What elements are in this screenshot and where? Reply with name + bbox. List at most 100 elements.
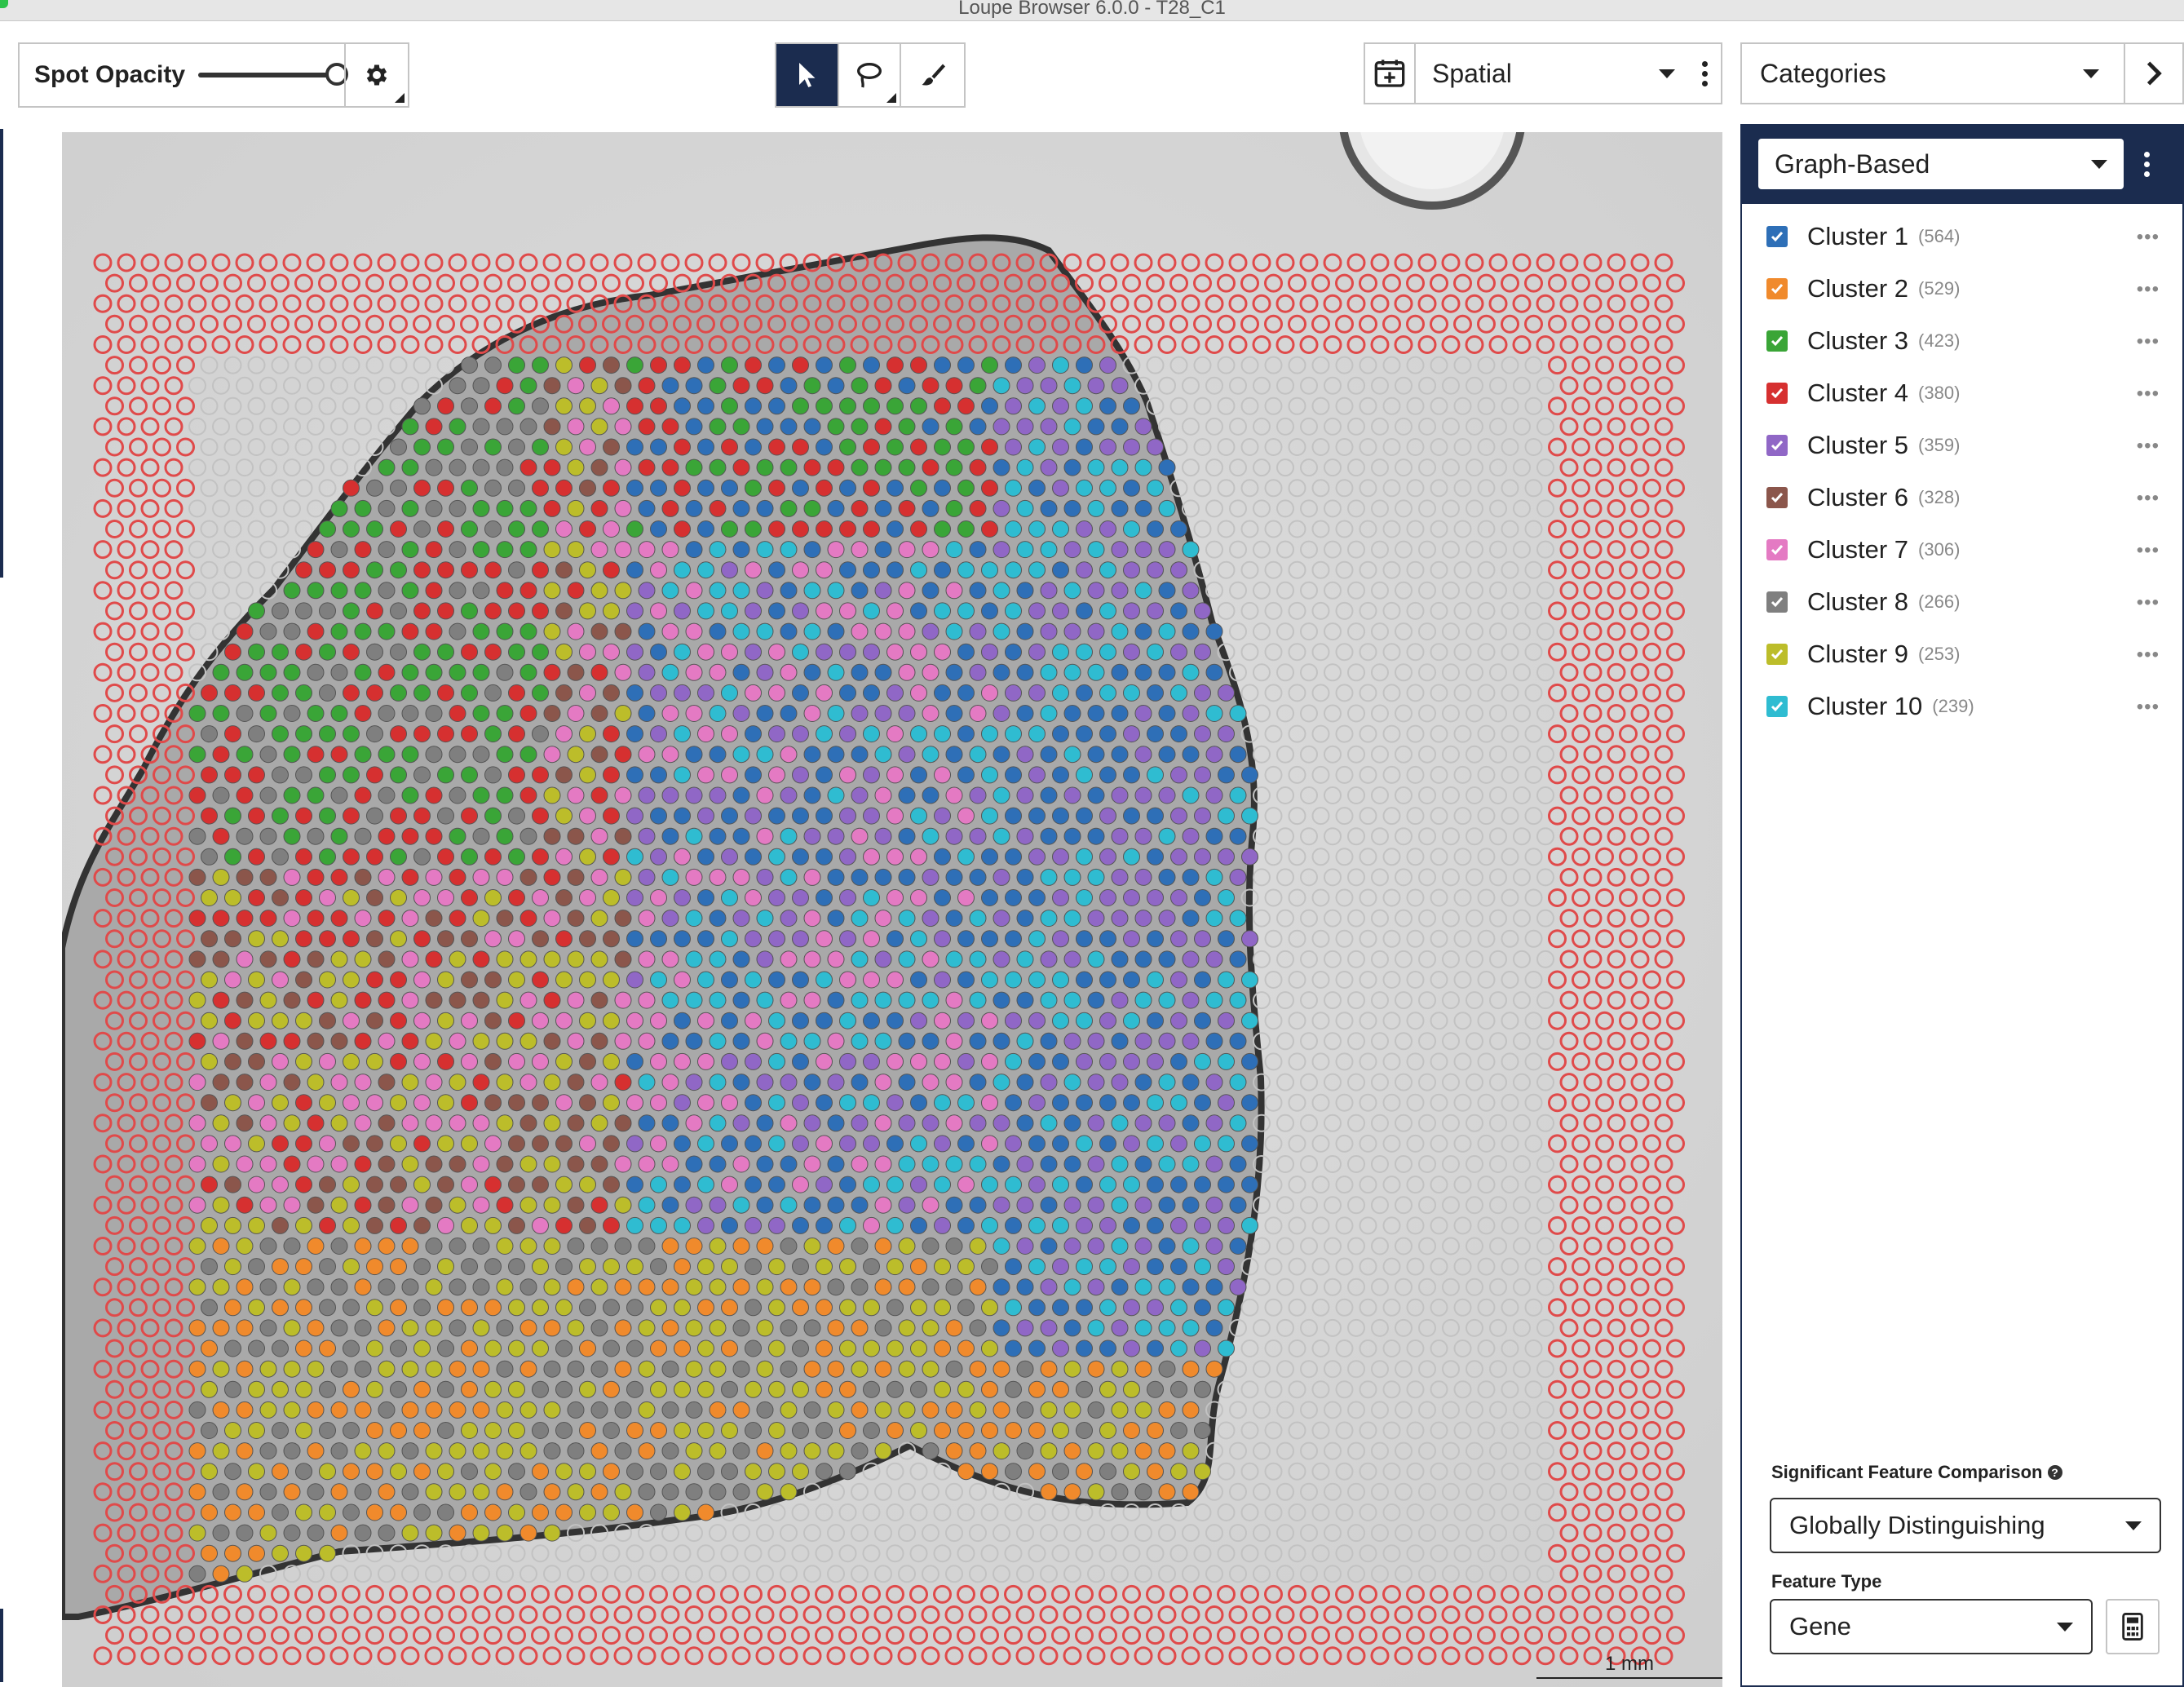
cluster-count: (239) [1932,696,1974,716]
cluster-options-icon[interactable]: ••• [2137,332,2160,352]
sfc-dropdown[interactable]: Globally Distinguishing [1770,1498,2161,1553]
cluster-checkbox[interactable] [1766,226,1788,247]
categories-panel: Graph-Based Cluster 1 (564) ••• Cluster 2 (5… [1740,124,2184,1687]
checkmark-icon [1771,545,1784,556]
cluster-label: Cluster 2 [1807,274,1909,303]
left-edge-marker-bottom [0,1609,3,1682]
brush-icon [922,64,945,86]
submenu-indicator-icon [395,93,405,103]
cluster-checkbox[interactable] [1766,539,1788,560]
cluster-row[interactable]: Cluster 6 (328) ••• [1742,472,2182,524]
cluster-row[interactable]: Cluster 5 (359) ••• [1742,419,2182,472]
chevron-right-icon [2146,61,2162,86]
cluster-checkbox[interactable] [1766,696,1788,717]
submenu-indicator-icon [886,93,897,103]
left-edge-marker [0,129,3,578]
cluster-options-icon[interactable]: ••• [2137,593,2160,613]
cluster-count: (529) [1918,278,1961,299]
brush-tool-button[interactable] [901,44,964,106]
spot-settings-button[interactable] [344,44,408,106]
chevron-down-icon[interactable] [2083,69,2099,78]
cluster-options-icon[interactable]: ••• [2137,645,2160,665]
chevron-down-icon [2091,159,2107,169]
cluster-label: Cluster 9 [1807,640,1909,668]
checkmark-icon [1771,336,1784,347]
checkmark-icon [1771,441,1784,451]
lasso-tool-button[interactable] [839,44,902,106]
spot-opacity-control: Spot Opacity [18,42,409,108]
cluster-count: (306) [1918,539,1961,560]
cluster-checkbox[interactable] [1766,591,1788,613]
clustering-dropdown[interactable]: Graph-Based [1758,139,2124,189]
cluster-label: Cluster 3 [1807,326,1909,355]
cluster-label: Cluster 4 [1807,379,1909,407]
cluster-options-icon[interactable]: ••• [2137,384,2160,404]
feature-type-dropdown[interactable]: Gene [1770,1599,2093,1654]
chevron-down-icon [2125,1521,2142,1530]
cluster-options-icon[interactable]: ••• [2137,489,2160,508]
cluster-row[interactable]: Cluster 2 (529) ••• [1742,263,2182,315]
cluster-options-icon[interactable]: ••• [2137,436,2160,456]
lasso-icon [857,63,882,88]
new-view-button[interactable] [1365,44,1416,103]
cluster-row[interactable]: Cluster 3 (423) ••• [1742,315,2182,367]
cluster-checkbox[interactable] [1766,383,1788,404]
chevron-down-icon[interactable] [1659,69,1675,78]
checkmark-icon [1771,232,1784,242]
checkmark-icon [1771,597,1784,608]
cluster-options-icon[interactable]: ••• [2137,228,2160,247]
tissue-image [62,132,1722,1687]
panel-header: Graph-Based [1742,124,2182,204]
cluster-checkbox[interactable] [1766,278,1788,299]
sfc-label: Significant Feature Comparison? [1771,1462,2062,1483]
cluster-options-icon[interactable]: ••• [2137,280,2160,299]
add-view-icon [1374,60,1405,87]
cluster-row[interactable]: Cluster 10 (239) ••• [1742,680,2182,733]
categories-dropdown-label[interactable]: Categories [1760,59,2083,89]
cluster-label: Cluster 8 [1807,587,1909,616]
checkmark-icon [1771,702,1784,712]
help-icon[interactable]: ? [2047,1465,2062,1480]
selection-tool-group [775,42,966,108]
cluster-count: (423) [1918,330,1961,351]
cluster-row[interactable]: Cluster 8 (266) ••• [1742,576,2182,628]
cluster-options-icon[interactable]: ••• [2137,541,2160,560]
collapse-panel-button[interactable] [2124,44,2182,103]
cluster-row[interactable]: Cluster 4 (380) ••• [1742,367,2182,419]
categories-selector: Categories [1740,42,2184,104]
cluster-row[interactable]: Cluster 7 (306) ••• [1742,524,2182,576]
cluster-label: Cluster 1 [1807,222,1909,250]
cluster-options-icon[interactable]: ••• [2137,697,2160,717]
checkmark-icon [1771,649,1784,660]
spatial-canvas[interactable]: 1 mm [62,132,1722,1687]
view-selector: Spatial [1364,42,1722,104]
cluster-label: Cluster 7 [1807,535,1909,564]
calculator-icon [2122,1613,2143,1641]
cluster-row[interactable]: Cluster 1 (564) ••• [1742,210,2182,263]
checkmark-icon [1771,284,1784,294]
view-dropdown-label[interactable]: Spatial [1432,59,1659,89]
spot-opacity-slider[interactable] [198,63,349,86]
cluster-label: Cluster 5 [1807,431,1909,459]
pointer-icon [799,63,816,87]
calculator-button[interactable] [2106,1599,2160,1654]
checkmark-icon [1771,493,1784,503]
scale-bar: 1 mm [1536,1653,1722,1679]
feature-type-label: Feature Type [1771,1571,1882,1592]
cluster-row[interactable]: Cluster 9 (253) ••• [1742,628,2182,680]
cluster-checkbox[interactable] [1766,487,1788,508]
cluster-checkbox[interactable] [1766,644,1788,665]
cluster-count: (253) [1918,644,1961,664]
cluster-list: Cluster 1 (564) ••• Cluster 2 (529) ••• Cluste… [1742,204,2182,733]
clustering-dropdown-label: Graph-Based [1775,148,1930,179]
cluster-count: (328) [1918,487,1961,507]
cluster-count: (380) [1918,383,1961,403]
clustering-options-kebab-icon[interactable] [2124,151,2169,177]
spot-opacity-label: Spot Opacity [34,61,186,88]
cluster-label: Cluster 6 [1807,483,1909,511]
select-tool-button[interactable] [776,44,839,106]
feature-type-value: Gene [1789,1612,1851,1641]
view-options-kebab-icon[interactable] [1688,60,1721,86]
cluster-checkbox[interactable] [1766,435,1788,456]
cluster-checkbox[interactable] [1766,330,1788,352]
